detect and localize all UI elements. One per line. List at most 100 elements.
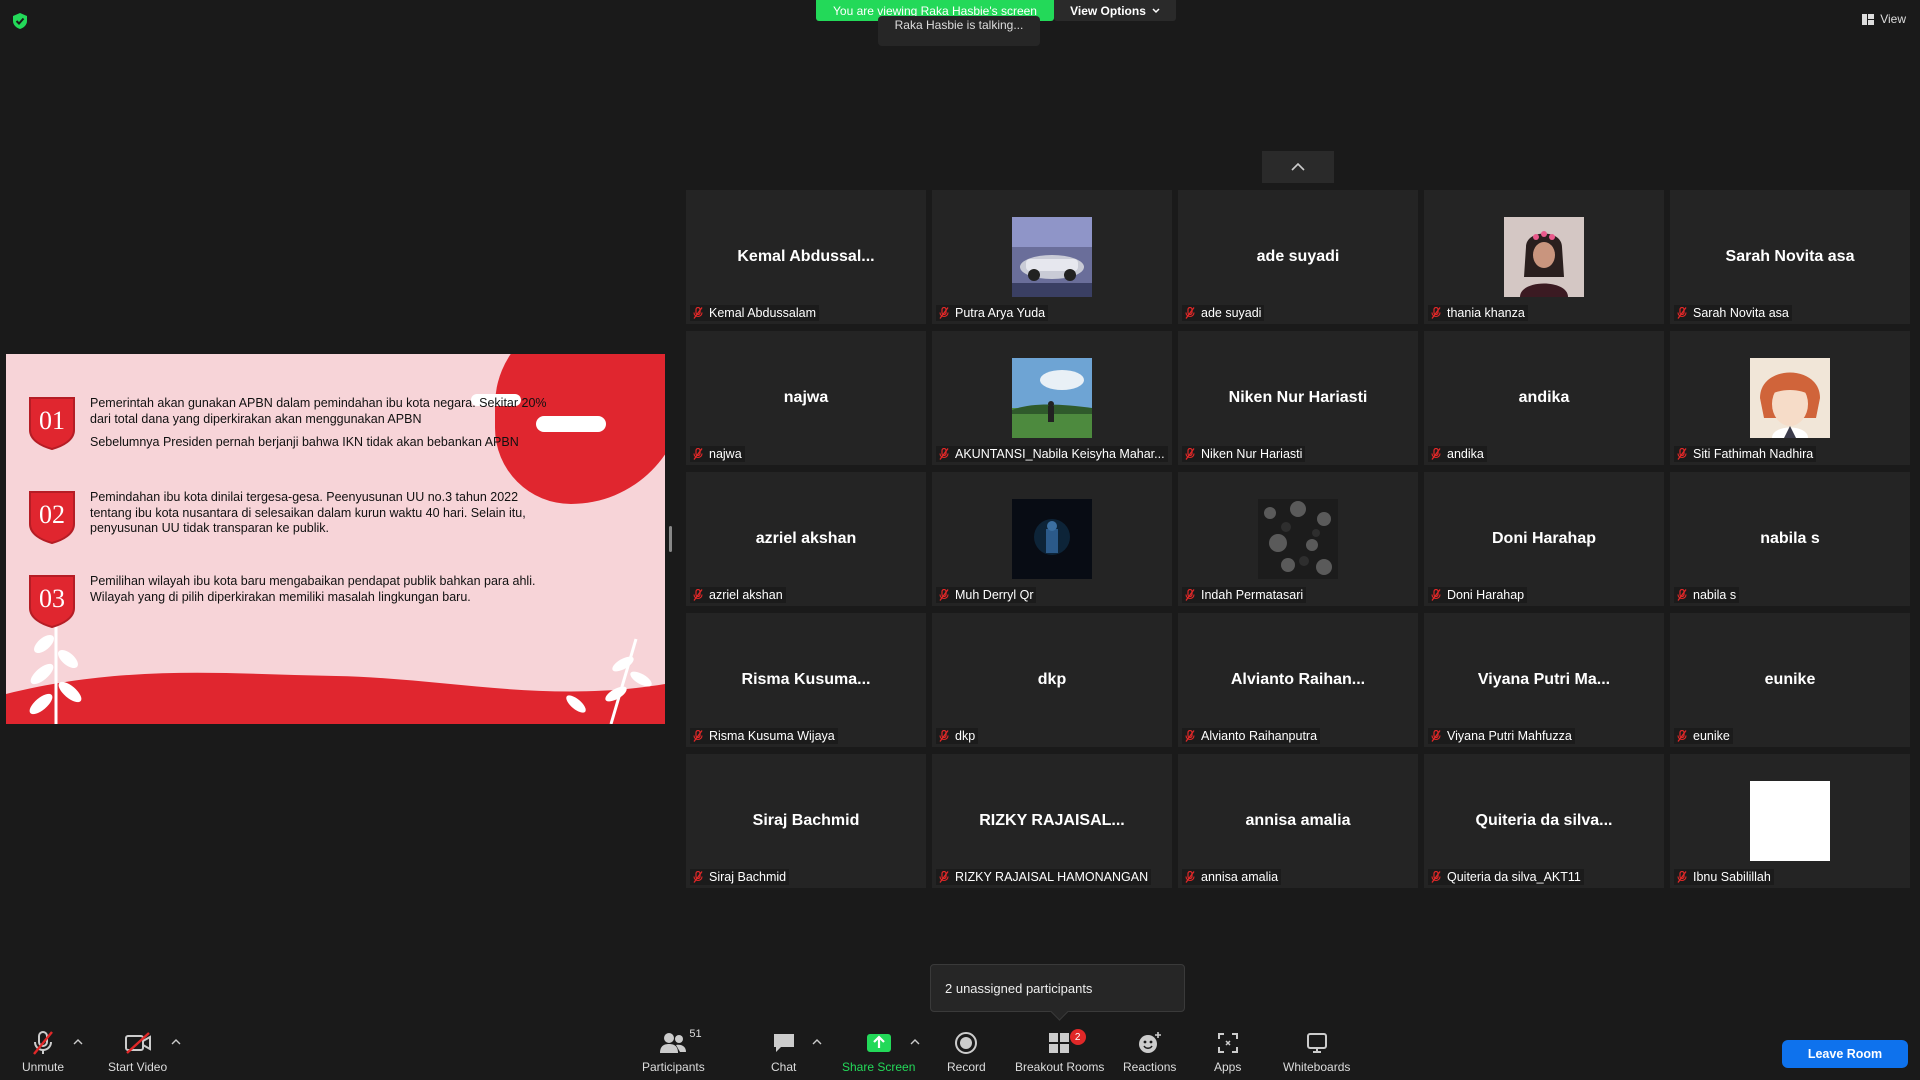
participant-tile[interactable]: Doni Harahap Doni Harahap <box>1424 472 1664 606</box>
participant-tile[interactable]: Kemal Abdussal... Kemal Abdussalam <box>686 190 926 324</box>
participant-tile[interactable]: RIZKY RAJAISAL... RIZKY RAJAISAL HAMONANG… <box>932 754 1172 888</box>
chat-options-caret-icon[interactable] <box>812 1038 822 1046</box>
participant-name-label: azriel akshan <box>690 587 786 603</box>
participants-count: 51 <box>689 1028 702 1040</box>
mic-muted-icon <box>693 871 703 883</box>
participant-display-name: Niken Nur Hariasti <box>1228 389 1368 406</box>
participant-name-label: Indah Permatasari <box>1182 587 1307 603</box>
participants-button[interactable]: 51 Participants <box>642 1028 705 1074</box>
view-options-button[interactable]: View Options <box>1054 0 1176 21</box>
participant-tile[interactable]: thania khanza <box>1424 190 1664 324</box>
participant-tile[interactable]: Ibnu Sabilillah <box>1670 754 1910 888</box>
participant-display-name: najwa <box>783 389 829 406</box>
participant-tile[interactable]: Viyana Putri Ma... Viyana Putri Mahfuzza <box>1424 613 1664 747</box>
mic-muted-icon <box>1431 307 1441 319</box>
participant-tile[interactable]: Putra Arya Yuda <box>932 190 1172 324</box>
participant-name: Doni Harahap <box>1447 588 1525 602</box>
video-options-caret-icon[interactable] <box>171 1038 181 1046</box>
share-options-caret-icon[interactable] <box>910 1038 920 1046</box>
apps-icon <box>1217 1033 1238 1053</box>
participant-name: RIZKY RAJAISAL HAMONANGAN <box>955 870 1149 884</box>
participant-name-label: Viyana Putri Mahfuzza <box>1428 728 1575 744</box>
participant-name: annisa amalia <box>1201 870 1279 884</box>
mic-muted-icon <box>1677 589 1687 601</box>
talking-indicator: Raka Hasbie is talking... <box>878 16 1040 46</box>
participant-display-name: RIZKY RAJAISAL... <box>979 812 1125 829</box>
view-label: View <box>1880 12 1906 26</box>
participant-thumbnail <box>1258 499 1338 579</box>
participant-name-label: AKUNTANSI_Nabila Keisyha Mahar... <box>936 446 1168 462</box>
start-video-button[interactable]: Start Video <box>108 1030 167 1074</box>
breakout-rooms-icon <box>1048 1033 1069 1053</box>
apps-button[interactable]: Apps <box>1214 1030 1241 1074</box>
participant-tile[interactable]: annisa amalia annisa amalia <box>1178 754 1418 888</box>
shield-icon[interactable] <box>12 12 28 30</box>
unassigned-participants-tooltip[interactable]: 2 unassigned participants <box>930 964 1185 1012</box>
participant-tile[interactable]: Quiteria da silva... Quiteria da silva_AK… <box>1424 754 1664 888</box>
participant-name-label: Doni Harahap <box>1428 587 1528 603</box>
participant-tile[interactable]: Risma Kusuma... Risma Kusuma Wijaya <box>686 613 926 747</box>
participant-tile[interactable]: azriel akshan azriel akshan <box>686 472 926 606</box>
participant-tile[interactable]: Sarah Novita asa Sarah Novita asa <box>1670 190 1910 324</box>
share-screen-button[interactable]: Share Screen <box>842 1030 915 1074</box>
participant-name: Ibnu Sabilillah <box>1693 870 1771 884</box>
participant-tile[interactable]: Siraj Bachmid Siraj Bachmid <box>686 754 926 888</box>
reactions-icon <box>1138 1032 1161 1053</box>
mic-muted-icon <box>1677 307 1687 319</box>
participant-name: nabila s <box>1693 588 1737 602</box>
participant-name-label: RIZKY RAJAISAL HAMONANGAN <box>936 869 1152 885</box>
participant-name: thania khanza <box>1447 306 1525 320</box>
video-off-icon <box>124 1032 151 1054</box>
participant-tile[interactable]: Indah Permatasari <box>1178 472 1418 606</box>
participant-name-label: annisa amalia <box>1182 869 1282 885</box>
split-divider-handle[interactable] <box>669 526 672 552</box>
chat-button[interactable]: Chat <box>771 1030 796 1074</box>
slide-text: Sebelumnya Presiden pernah berjanji bahw… <box>90 435 519 449</box>
reactions-button[interactable]: Reactions <box>1123 1030 1176 1074</box>
audio-options-caret-icon[interactable] <box>73 1038 83 1046</box>
participant-display-name: nabila s <box>1760 530 1820 547</box>
participant-name: azriel akshan <box>709 588 783 602</box>
record-button[interactable]: Record <box>947 1030 986 1074</box>
mic-muted-icon <box>1185 871 1195 883</box>
whiteboards-button[interactable]: Whiteboards <box>1283 1030 1350 1074</box>
number-badge-03: 03 <box>29 575 75 628</box>
number-badge-02: 02 <box>29 491 75 544</box>
leave-room-button[interactable]: Leave Room <box>1782 1040 1908 1068</box>
mic-muted-icon <box>939 730 949 742</box>
participant-tile[interactable]: nabila s nabila s <box>1670 472 1910 606</box>
mic-muted-icon <box>939 589 949 601</box>
participant-thumbnail <box>1750 781 1830 861</box>
participant-name: Viyana Putri Mahfuzza <box>1447 729 1572 743</box>
participant-tile[interactable]: najwa najwa <box>686 331 926 465</box>
participant-tile[interactable]: Niken Nur Hariasti Niken Nur Hariasti <box>1178 331 1418 465</box>
participant-tile[interactable]: Alvianto Raihan... Alvianto Raihanputra <box>1178 613 1418 747</box>
mic-muted-icon <box>693 448 703 460</box>
view-button[interactable]: View <box>1862 12 1906 26</box>
slide-point-2: 02 Pemindahan ibu kota dinilai tergesa-g… <box>28 490 560 544</box>
breakout-rooms-button[interactable]: 2 Breakout Rooms <box>1015 1029 1104 1074</box>
shared-screen-slide: 01 Pemerintah akan gunakan APBN dalam pe… <box>6 354 665 724</box>
mic-muted-icon <box>1431 871 1441 883</box>
participant-thumbnail <box>1012 499 1092 579</box>
participant-tile[interactable]: ade suyadi ade suyadi <box>1178 190 1418 324</box>
participant-tile[interactable]: Muh Derryl Qr <box>932 472 1172 606</box>
slide-text: Pemilihan wilayah ibu kota baru mengabai… <box>90 574 536 604</box>
unmute-button[interactable]: Unmute <box>22 1030 64 1074</box>
participant-name: najwa <box>709 447 742 461</box>
participant-name-label: Muh Derryl Qr <box>936 587 1037 603</box>
participant-name-label: dkp <box>936 728 979 744</box>
participant-name: AKUNTANSI_Nabila Keisyha Mahar... <box>955 447 1165 461</box>
collapse-gallery-button[interactable] <box>1262 151 1334 183</box>
meeting-toolbar: Unmute Start Video 51 Participants Chat … <box>0 1020 1920 1080</box>
participant-tile[interactable]: eunike eunike <box>1670 613 1910 747</box>
participant-tile[interactable]: AKUNTANSI_Nabila Keisyha Mahar... <box>932 331 1172 465</box>
participant-name: Siraj Bachmid <box>709 870 787 884</box>
participant-display-name: Risma Kusuma... <box>741 671 871 688</box>
participant-thumbnail <box>1012 217 1092 297</box>
mic-muted-icon <box>939 871 949 883</box>
participant-tile[interactable]: Siti Fathimah Nadhira <box>1670 331 1910 465</box>
record-label: Record <box>947 1060 986 1074</box>
participant-tile[interactable]: andika andika <box>1424 331 1664 465</box>
participant-tile[interactable]: dkp dkp <box>932 613 1172 747</box>
